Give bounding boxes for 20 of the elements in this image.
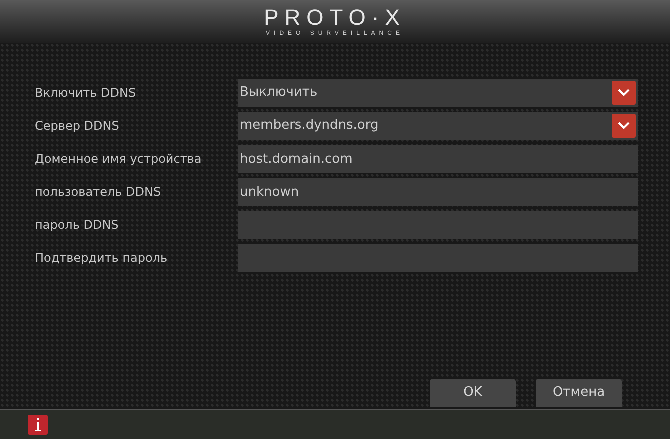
dropdown-caret-icon[interactable]	[612, 114, 636, 138]
dropdown-value: Выключить	[240, 84, 318, 102]
field-label: Подтвердить пароль	[35, 250, 169, 267]
input-field[interactable]: unknown	[238, 178, 638, 206]
dropdown[interactable]: members.dyndns.org	[238, 112, 638, 140]
field-label: пароль DDNS	[35, 217, 120, 234]
input-field[interactable]	[238, 211, 638, 239]
dropdown-value: members.dyndns.org	[240, 117, 379, 136]
dialog-button[interactable]: Отмена	[536, 379, 622, 407]
field-label: Доменное имя устройства	[35, 151, 203, 168]
info-icon[interactable]	[28, 414, 48, 434]
logo-text: PROTO·X	[264, 6, 406, 28]
input-field[interactable]: host.domain.com	[238, 145, 638, 173]
field-label: пользователь DDNS	[35, 184, 162, 201]
dropdown[interactable]: Выключить	[238, 79, 638, 107]
field-label: Сервер DDNS	[35, 118, 120, 135]
field-label: Включить DDNS	[35, 85, 138, 102]
dropdown-caret-icon[interactable]	[612, 81, 636, 105]
dialog-button[interactable]: OK	[430, 379, 516, 407]
input-field[interactable]	[238, 244, 638, 272]
